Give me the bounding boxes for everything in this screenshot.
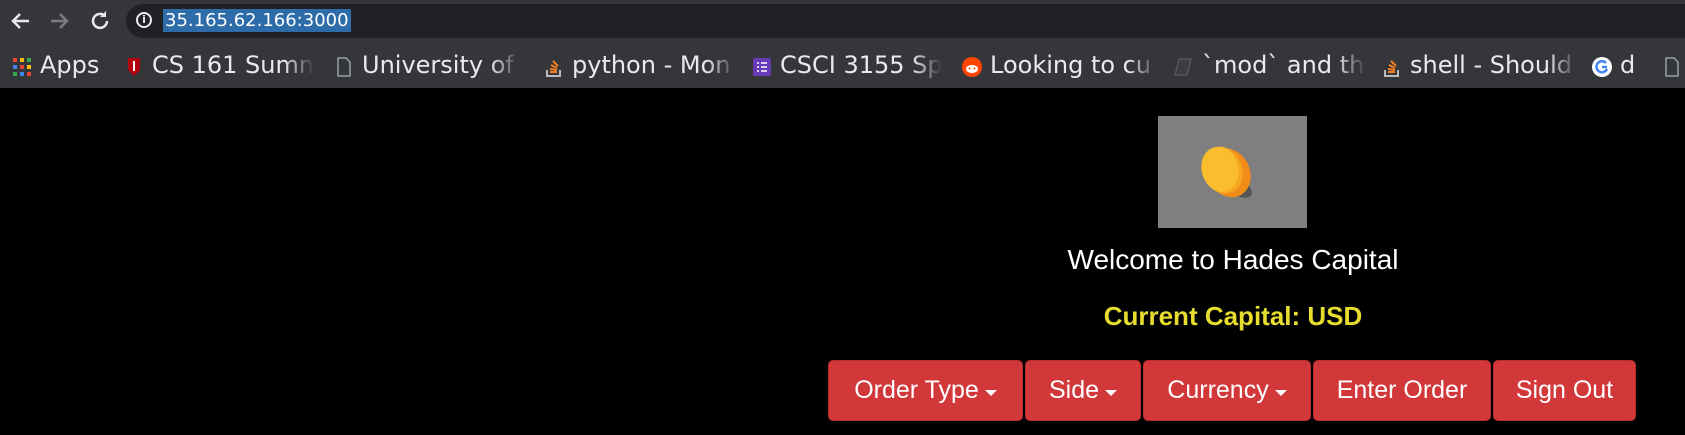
url-text[interactable]: 35.165.62.166:3000 [163, 9, 351, 32]
order-type-dropdown[interactable]: Order Type [828, 360, 1023, 421]
side-label: Side [1048, 376, 1100, 404]
bookmark-mod[interactable]: `mod` and th [1174, 42, 1366, 88]
gold-coin-icon [1158, 116, 1307, 228]
sign-out-button[interactable]: Sign Out [1493, 360, 1636, 421]
arrow-left-icon [11, 13, 29, 29]
bookmark-cs161[interactable]: CS 161 Summ [124, 42, 314, 88]
caret-down-icon [1105, 389, 1118, 396]
document-icon [1662, 55, 1682, 77]
reddit-icon [962, 55, 982, 77]
browser-toolbar: i 35.165.62.166:3000 [0, 0, 1685, 42]
stackoverflow-icon [1382, 55, 1402, 77]
forward-button[interactable] [45, 7, 73, 35]
back-button[interactable] [7, 7, 35, 35]
bookmark-icon [1174, 55, 1194, 76]
google-icon [1592, 55, 1612, 77]
address-bar[interactable]: i 35.165.62.166:3000 [126, 4, 1685, 38]
stackoverflow-icon [544, 55, 564, 77]
reload-button[interactable] [86, 7, 114, 35]
apps-grid-icon [12, 55, 32, 76]
sign-out-label: Sign Out [1515, 376, 1614, 404]
stanford-icon [124, 55, 144, 76]
bookmark-csci3155[interactable]: CSCI 3155 Sp [752, 42, 942, 88]
bookmark-apps[interactable]: Apps [12, 42, 110, 88]
arrow-right-icon [51, 13, 69, 29]
bookmark-label: d [1620, 51, 1636, 79]
currency-label: Currency [1167, 376, 1269, 404]
bookmark-overflow[interactable] [1662, 42, 1684, 88]
page-content: Welcome to Hades Capital Current Capital… [0, 88, 1685, 435]
reload-icon [91, 11, 109, 30]
document-icon [334, 55, 354, 77]
caret-down-icon [984, 389, 997, 396]
forms-icon [752, 55, 772, 76]
caret-down-icon [1274, 389, 1287, 396]
bookmark-reddit[interactable]: Looking to cu [962, 42, 1158, 88]
enter-order-label: Enter Order [1336, 376, 1468, 404]
bookmark-label: Looking to cu [990, 51, 1152, 79]
bookmark-python[interactable]: python - Mon [544, 42, 736, 88]
currency-dropdown[interactable]: Currency [1143, 360, 1311, 421]
bookmarks-bar: Apps CS 161 Summ University of python - … [0, 42, 1685, 88]
info-icon[interactable]: i [136, 12, 152, 28]
enter-order-button[interactable]: Enter Order [1313, 360, 1491, 421]
side-dropdown[interactable]: Side [1025, 360, 1141, 421]
welcome-heading: Welcome to Hades Capital [1067, 244, 1399, 275]
bookmark-google[interactable]: d [1592, 42, 1652, 88]
order-type-label: Order Type [854, 376, 979, 404]
current-capital: Current Capital: USD [1103, 301, 1363, 331]
bookmark-label: Apps [40, 51, 100, 79]
bookmark-university[interactable]: University of [334, 42, 520, 88]
bookmark-shell[interactable]: shell - Should [1382, 42, 1578, 88]
